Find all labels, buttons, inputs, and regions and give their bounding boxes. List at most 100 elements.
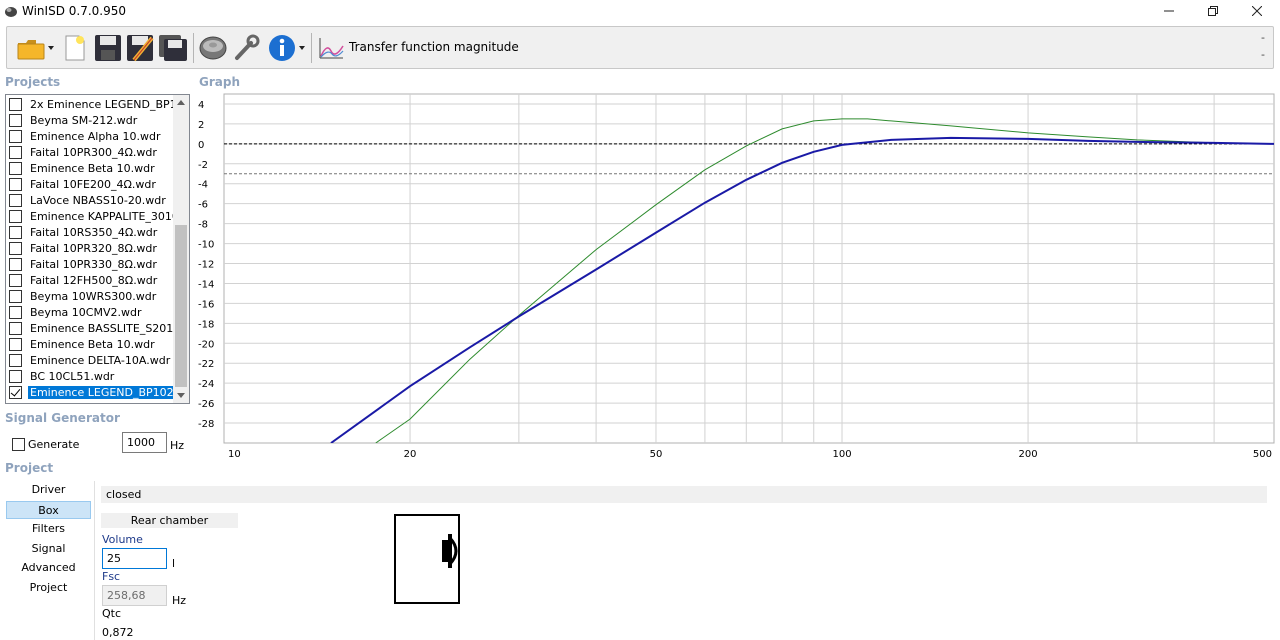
project-checkbox[interactable] — [9, 97, 22, 111]
project-checkbox[interactable] — [9, 193, 22, 207]
project-list-item[interactable]: Eminence Alpha 10.wdr — [6, 128, 174, 144]
toolbar-dash-bottom: - — [1261, 48, 1265, 61]
project-list-item[interactable]: Faital 10RS350_4Ω.wdr — [6, 224, 174, 240]
project-item-label: Eminence Beta 10.wdr — [30, 337, 155, 351]
close-button[interactable] — [1234, 0, 1280, 22]
project-list-item[interactable]: Eminence DELTA-10A.wdr — [6, 352, 174, 368]
projects-scrollbar[interactable] — [173, 95, 189, 403]
restore-icon — [1208, 6, 1218, 16]
project-checkbox[interactable] — [9, 337, 22, 351]
project-list-item[interactable]: BC 10CL51.wdr — [6, 368, 174, 384]
graph-type-label[interactable]: Transfer function magnitude — [349, 40, 519, 54]
scroll-up-icon[interactable] — [177, 100, 185, 105]
scroll-down-icon[interactable] — [177, 393, 185, 398]
project-list-item[interactable]: Beyma 10WRS300.wdr — [6, 288, 174, 304]
frequency-unit: Hz — [170, 439, 185, 452]
project-list-item[interactable]: Eminence Beta 10.wdr — [6, 160, 174, 176]
y-tick-label: -26 — [198, 399, 214, 410]
edit-driver-icon — [127, 35, 154, 62]
qtc-label: Qtc — [102, 607, 122, 620]
graph-section-label: Graph — [199, 75, 240, 89]
project-list-item[interactable]: Eminence Beta 10.wdr — [6, 336, 174, 352]
chevron-down-icon — [48, 46, 54, 50]
project-list-item[interactable]: Eminence LEGEND_BP102-4.w — [6, 384, 174, 400]
x-tick-label: 20 — [404, 449, 417, 460]
project-list-item[interactable]: Eminence BASSLITE_S2010.wd — [6, 320, 174, 336]
project-checkbox[interactable] — [9, 177, 22, 191]
project-tab-filters[interactable]: Filters — [6, 520, 91, 538]
app-logo-icon — [5, 7, 17, 17]
project-list-item[interactable]: Faital 10PR330_8Ω.wdr — [6, 256, 174, 272]
transfer-function-chart[interactable]: 420-2-4-6-8-10-12-14-16-18-20-22-24-26-2… — [196, 92, 1280, 464]
project-checkbox[interactable] — [9, 209, 22, 223]
project-item-label: Eminence BASSLITE_S2010.wd — [30, 321, 174, 335]
project-checkbox[interactable] — [9, 289, 22, 303]
generate-checkbox[interactable] — [12, 438, 25, 451]
project-checkbox[interactable] — [9, 241, 22, 255]
scroll-thumb[interactable] — [175, 225, 187, 387]
project-tab-advanced[interactable]: Advanced — [6, 559, 91, 577]
toolbar-separator — [193, 33, 194, 63]
y-tick-label: -14 — [198, 279, 214, 290]
y-tick-label: -22 — [198, 359, 214, 370]
project-item-label: Faital 10PR300_4Ω.wdr — [30, 145, 157, 159]
project-item-label: Faital 10PR330_8Ω.wdr — [30, 257, 157, 271]
project-checkbox[interactable] — [9, 305, 22, 319]
project-list-item[interactable]: Faital 12FH500_8Ω.wdr — [6, 272, 174, 288]
project-list-item[interactable]: Beyma 10CMV2.wdr — [6, 304, 174, 320]
project-checkbox[interactable] — [9, 369, 22, 383]
y-tick-label: -20 — [198, 339, 214, 350]
y-tick-label: -16 — [198, 299, 214, 310]
save-all-button[interactable] — [157, 33, 189, 63]
help-button[interactable] — [265, 33, 307, 63]
project-list-item[interactable]: Faital 10PR320_8Ω.wdr — [6, 240, 174, 256]
new-project-icon — [65, 35, 85, 61]
project-checkbox[interactable] — [9, 113, 22, 127]
close-icon — [1252, 6, 1262, 16]
fsc-unit: Hz — [172, 594, 187, 607]
project-item-label: Faital 10RS350_4Ω.wdr — [30, 225, 158, 239]
frequency-input[interactable]: 1000 — [122, 432, 167, 453]
project-checkbox[interactable] — [9, 129, 22, 143]
new-project-button[interactable] — [61, 33, 89, 63]
project-list-item[interactable]: LaVoce NBASS10-20.wdr — [6, 192, 174, 208]
minimize-button[interactable] — [1146, 0, 1192, 22]
open-project-button[interactable] — [13, 33, 57, 63]
project-item-label: Eminence DELTA-10A.wdr — [30, 353, 171, 367]
project-item-label: Faital 10FE200_4Ω.wdr — [30, 177, 156, 191]
project-item-label: Eminence Beta 10.wdr — [30, 161, 155, 175]
save-button[interactable] — [93, 33, 123, 63]
project-list-item[interactable]: Beyma SM-212.wdr — [6, 112, 174, 128]
project-checkbox[interactable] — [9, 161, 22, 175]
project-tab-driver[interactable]: Driver — [6, 481, 91, 499]
y-tick-label: -28 — [198, 419, 214, 430]
graph-selector-button[interactable] — [317, 33, 345, 63]
project-checkbox[interactable] — [9, 273, 22, 287]
project-tab-project[interactable]: Project — [6, 579, 91, 597]
generate-label: Generate — [28, 438, 80, 451]
x-tick-label: 100 — [832, 449, 851, 460]
project-checkbox[interactable] — [9, 257, 22, 271]
project-list-item[interactable]: Faital 10PR300_4Ω.wdr — [6, 144, 174, 160]
maximize-button[interactable] — [1190, 0, 1236, 22]
options-button[interactable] — [231, 33, 261, 63]
driver-editor-button[interactable] — [197, 33, 229, 63]
box-type-selector[interactable]: closed — [101, 486, 1267, 503]
project-list-item[interactable]: Faital 10FE200_4Ω.wdr — [6, 176, 174, 192]
project-item-label: Eminence LEGEND_BP102-4.w — [26, 384, 174, 400]
project-list-item[interactable]: 2x Eminence LEGEND_BP102- — [6, 96, 174, 112]
volume-input[interactable]: 25 — [102, 548, 167, 569]
project-checkbox[interactable] — [9, 353, 22, 367]
project-tab-signal[interactable]: Signal — [6, 540, 91, 558]
project-checkbox[interactable] — [9, 385, 22, 399]
edit-driver-button[interactable] — [125, 33, 155, 63]
y-tick-label: -2 — [198, 160, 208, 171]
project-tab-box[interactable]: Box — [6, 500, 91, 519]
minimize-icon — [1164, 10, 1174, 12]
project-checkbox[interactable] — [9, 225, 22, 239]
projects-list[interactable]: 2x Eminence LEGEND_BP102- Beyma SM-212.wd… — [5, 94, 190, 404]
project-list-item[interactable]: Eminence KAPPALITE_3010LF. — [6, 208, 174, 224]
project-section-label: Project — [5, 461, 54, 475]
project-checkbox[interactable] — [9, 321, 22, 335]
project-checkbox[interactable] — [9, 145, 22, 159]
